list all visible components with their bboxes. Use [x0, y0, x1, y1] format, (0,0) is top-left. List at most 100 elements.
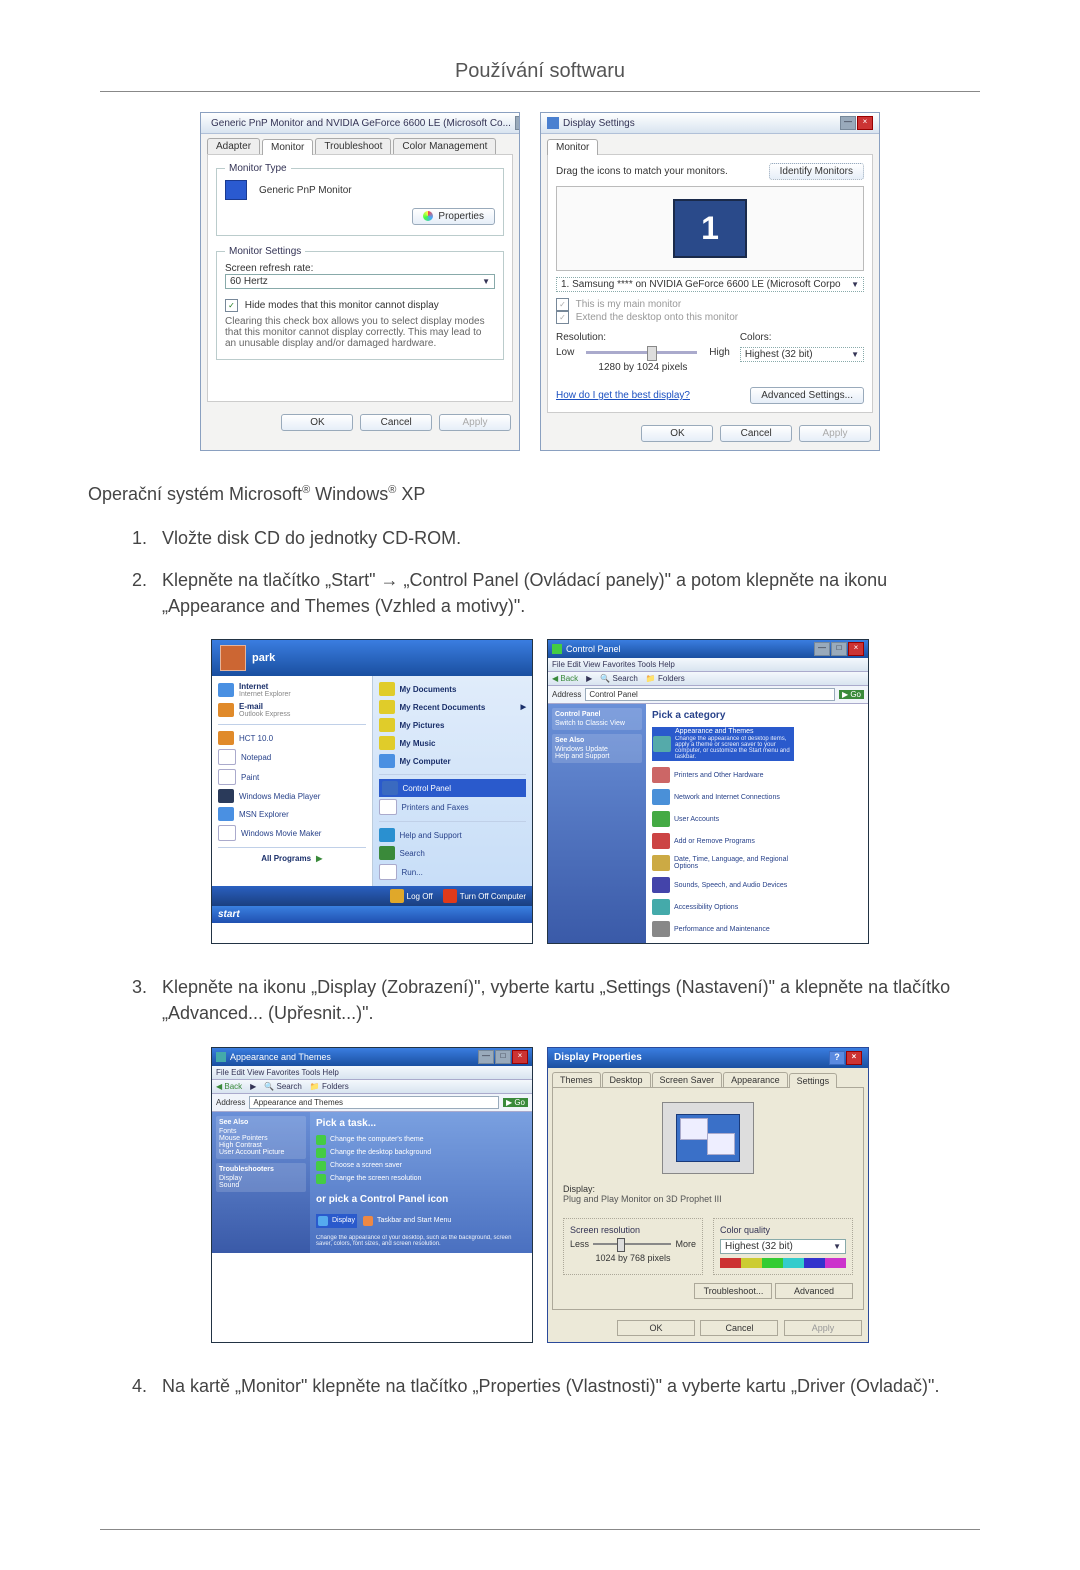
menu-bar[interactable]: File Edit View Favorites Tools Help: [212, 1066, 532, 1080]
tab-color-management[interactable]: Color Management: [393, 138, 496, 154]
sm-item-wmp[interactable]: Windows Media Player: [218, 787, 366, 805]
minimize-button[interactable]: —: [515, 116, 519, 130]
cp-icon-taskbar[interactable]: Taskbar and Start Menu: [363, 1214, 451, 1228]
apply-button[interactable]: Apply: [784, 1320, 862, 1336]
see-also-help[interactable]: Help and Support: [555, 753, 639, 760]
sm-item-hct[interactable]: HCT 10.0: [218, 729, 366, 747]
properties-button[interactable]: Properties: [412, 208, 495, 225]
minimize-button[interactable]: —: [478, 1050, 494, 1064]
sm-help[interactable]: Help and Support: [379, 826, 527, 844]
sm-my-computer[interactable]: My Computer: [379, 752, 527, 770]
apply-button[interactable]: Apply: [799, 425, 871, 442]
ok-button[interactable]: OK: [281, 414, 353, 431]
maximize-button[interactable]: □: [831, 642, 847, 656]
tab-monitor[interactable]: Monitor: [262, 139, 313, 155]
folders-toolbar-icon[interactable]: 📁 Folders: [646, 674, 685, 683]
refresh-rate-select[interactable]: 60 Hertz ▼: [225, 274, 495, 289]
forward-icon[interactable]: ▶: [586, 674, 592, 683]
ts-display[interactable]: Display: [219, 1175, 303, 1182]
ok-button[interactable]: OK: [617, 1320, 695, 1336]
sm-item-internet[interactable]: InternetInternet Explorer: [218, 680, 366, 700]
back-icon[interactable]: ◀ Back: [216, 1082, 242, 1091]
advanced-settings-button[interactable]: Advanced Settings...: [750, 387, 864, 404]
sm-my-documents[interactable]: My Documents: [379, 680, 527, 698]
task-screensaver[interactable]: Choose a screen saver: [316, 1161, 526, 1171]
colors-select[interactable]: Highest (32 bit) ▼: [740, 347, 864, 362]
all-programs[interactable]: All Programs ▶: [218, 852, 366, 865]
hide-modes-checkbox[interactable]: ✓: [225, 299, 238, 312]
cat-users[interactable]: User Accounts: [652, 811, 792, 827]
advanced-button[interactable]: Advanced: [775, 1283, 853, 1299]
ok-button[interactable]: OK: [641, 425, 713, 442]
back-icon[interactable]: ◀ Back: [552, 674, 578, 683]
sm-recent-docs[interactable]: My Recent Documents▶: [379, 698, 527, 716]
close-button[interactable]: ×: [848, 642, 864, 656]
sm-search[interactable]: Search: [379, 844, 527, 862]
sm-item-notepad[interactable]: Notepad: [218, 747, 366, 767]
apply-button[interactable]: Apply: [439, 414, 511, 431]
close-button[interactable]: ×: [846, 1051, 862, 1065]
tab-monitor[interactable]: Monitor: [547, 139, 598, 155]
close-button[interactable]: ×: [857, 116, 873, 130]
search-toolbar-icon[interactable]: 🔍 Search: [600, 674, 638, 683]
dp-tab-desktop[interactable]: Desktop: [602, 1072, 651, 1087]
sm-control-panel[interactable]: Control Panel: [379, 779, 527, 797]
monitor-preview[interactable]: 1: [673, 199, 747, 258]
sa-user-pic[interactable]: User Account Picture: [219, 1149, 303, 1156]
menu-bar[interactable]: File Edit View Favorites Tools Help: [548, 658, 868, 672]
resolution-slider[interactable]: [586, 351, 697, 354]
color-quality-select[interactable]: Highest (32 bit) ▼: [720, 1239, 846, 1254]
troubleshoot-button[interactable]: Troubleshoot...: [694, 1283, 772, 1299]
cat-accessibility[interactable]: Accessibility Options: [652, 899, 792, 915]
cat-network[interactable]: Network and Internet Connections: [652, 789, 792, 805]
taskbar-start[interactable]: start: [212, 906, 532, 923]
address-field[interactable]: Control Panel: [585, 688, 835, 701]
sm-item-msn[interactable]: MSN Explorer: [218, 805, 366, 823]
maximize-button[interactable]: □: [495, 1050, 511, 1064]
cat-add-remove[interactable]: Add or Remove Programs: [652, 833, 792, 849]
sa-mouse[interactable]: Mouse Pointers: [219, 1135, 303, 1142]
nav-toolbar[interactable]: ◀ Back ▶ 🔍 Search 📁 Folders: [548, 672, 868, 686]
sa-contrast[interactable]: High Contrast: [219, 1142, 303, 1149]
nav-toolbar[interactable]: ◀ Back ▶ 🔍 Search 📁 Folders: [212, 1080, 532, 1094]
side-switch-view[interactable]: Switch to Classic View: [555, 720, 639, 727]
task-resolution[interactable]: Change the screen resolution: [316, 1174, 526, 1184]
shutdown-button[interactable]: Turn Off Computer: [443, 889, 526, 903]
sm-my-pictures[interactable]: My Pictures: [379, 716, 527, 734]
cancel-button[interactable]: Cancel: [360, 414, 432, 431]
minimize-button[interactable]: —: [814, 642, 830, 656]
resolution-slider[interactable]: Less More: [570, 1239, 696, 1249]
minimize-button[interactable]: —: [840, 116, 856, 130]
help-button[interactable]: ?: [829, 1051, 845, 1065]
close-button[interactable]: ×: [512, 1050, 528, 1064]
sm-run[interactable]: Run...: [379, 862, 527, 882]
see-also-update[interactable]: Windows Update: [555, 746, 639, 753]
sm-item-paint[interactable]: Paint: [218, 767, 366, 787]
dp-tab-appearance[interactable]: Appearance: [723, 1072, 788, 1087]
logoff-button[interactable]: Log Off: [390, 889, 433, 903]
identify-monitors-button[interactable]: Identify Monitors: [769, 163, 864, 180]
cat-datetime[interactable]: Date, Time, Language, and Regional Optio…: [652, 855, 792, 871]
cancel-button[interactable]: Cancel: [720, 425, 792, 442]
go-button[interactable]: ▶ Go: [503, 1098, 528, 1107]
sm-item-email[interactable]: E-mailOutlook Express: [218, 700, 366, 720]
folders-toolbar-icon[interactable]: 📁 Folders: [310, 1082, 349, 1091]
cat-appearance[interactable]: Appearance and Themes Change the appeara…: [652, 727, 794, 761]
sm-my-music[interactable]: My Music: [379, 734, 527, 752]
cancel-button[interactable]: Cancel: [700, 1320, 778, 1336]
go-button[interactable]: ▶ Go: [839, 690, 864, 699]
cat-printers[interactable]: Printers and Other Hardware: [652, 767, 792, 783]
ts-sound[interactable]: Sound: [219, 1182, 303, 1189]
cat-performance[interactable]: Performance and Maintenance: [652, 921, 792, 937]
tab-troubleshoot[interactable]: Troubleshoot: [315, 138, 391, 154]
best-display-link[interactable]: How do I get the best display?: [556, 390, 690, 401]
task-theme[interactable]: Change the computer's theme: [316, 1135, 526, 1145]
monitor-select[interactable]: 1. Samsung **** on NVIDIA GeForce 6600 L…: [556, 277, 864, 292]
forward-icon[interactable]: ▶: [250, 1082, 256, 1091]
dp-tab-settings[interactable]: Settings: [789, 1073, 838, 1088]
sm-item-wmm[interactable]: Windows Movie Maker: [218, 823, 366, 843]
sm-printers[interactable]: Printers and Faxes: [379, 797, 527, 817]
dp-tab-screensaver[interactable]: Screen Saver: [652, 1072, 723, 1087]
cp-icon-display[interactable]: Display: [316, 1214, 357, 1228]
dp-tab-themes[interactable]: Themes: [552, 1072, 601, 1087]
